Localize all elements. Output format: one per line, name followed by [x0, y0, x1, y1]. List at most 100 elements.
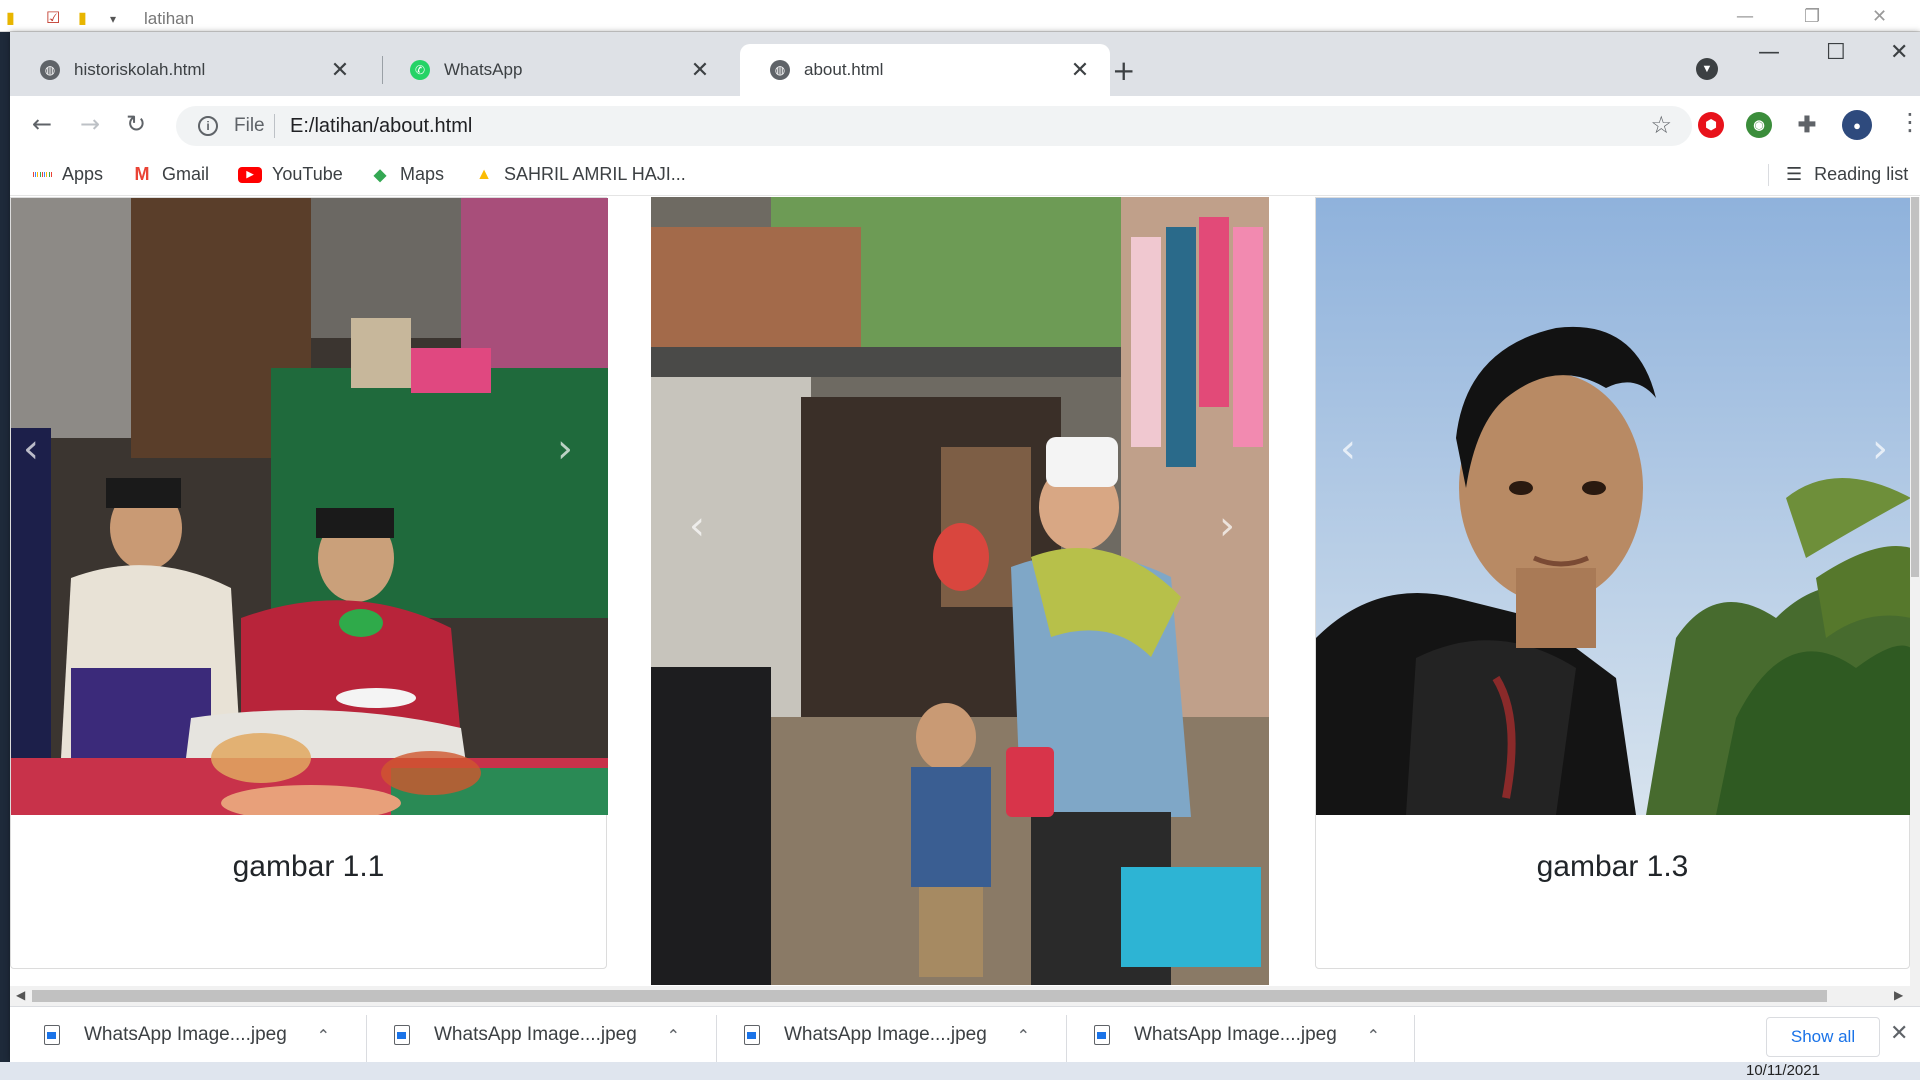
url-scheme-label: File	[234, 115, 265, 136]
reading-list-button[interactable]: ☰ Reading list	[1786, 164, 1908, 185]
bookmark-gmail[interactable]: M Gmail	[132, 164, 210, 185]
bookmark-label: Gmail	[162, 164, 210, 184]
chevron-up-icon[interactable]: ⌃	[1017, 1026, 1030, 1045]
download-filename: WhatsApp Image....jpeg	[434, 1024, 637, 1045]
bookmark-apps[interactable]: Apps	[32, 164, 103, 185]
card-caption: gambar 1.1	[232, 850, 385, 883]
youtube-icon: ▶	[238, 166, 262, 183]
whatsapp-icon: ✆	[410, 60, 430, 80]
download-item[interactable]: WhatsApp Image....jpeg ⌃	[1066, 1015, 1406, 1055]
carousel-next-icon[interactable]: ›	[557, 426, 573, 472]
maps-icon: ◆	[373, 166, 387, 184]
tab-search-icon[interactable]: ▼	[1696, 58, 1718, 80]
tab-strip: ◍ historiskolah.html ✕ ✆ WhatsApp ✕ ◍ ab…	[10, 32, 1920, 96]
extensions-puzzle-icon[interactable]: ✚	[1794, 112, 1820, 138]
apps-grid-icon	[32, 165, 52, 185]
tab-separator	[382, 56, 383, 84]
chevron-up-icon[interactable]: ⌃	[317, 1026, 330, 1045]
horizontal-scroll-thumb[interactable]	[32, 990, 1827, 1002]
chevron-up-icon[interactable]: ⌃	[667, 1026, 680, 1045]
tab-close-icon[interactable]: ✕	[1068, 58, 1092, 83]
carousel-next-icon[interactable]: ›	[1219, 503, 1235, 549]
explorer-title: latihan	[144, 9, 195, 28]
image-file-icon	[394, 1025, 410, 1045]
carousel-prev-icon[interactable]: ‹	[23, 426, 39, 472]
tab-title: historiskolah.html	[74, 60, 206, 79]
maximize-icon[interactable]: ☐	[1826, 40, 1846, 65]
new-folder-icon[interactable]: ▮	[78, 8, 87, 27]
photo-young-man-palms	[1316, 198, 1910, 815]
explorer-close-icon[interactable]: ✕	[1872, 6, 1887, 27]
explorer-minimize-icon[interactable]: —	[1736, 6, 1754, 27]
bookmark-star-icon[interactable]: ☆	[1650, 111, 1672, 140]
tab-whatsapp[interactable]: ✆ WhatsApp ✕	[398, 44, 730, 96]
card-photo-1	[11, 198, 608, 815]
menu-kebab-icon[interactable]: ⋮	[1898, 108, 1920, 136]
carousel-prev-icon[interactable]: ‹	[1340, 426, 1356, 472]
tab-title: about.html	[804, 60, 884, 79]
image-card-1: ‹ › gambar 1.1	[10, 197, 608, 969]
carousel-prev-icon[interactable]: ‹	[689, 503, 705, 549]
bookmark-label: SAHRIL AMRIL HAJI...	[504, 164, 686, 184]
address-bar[interactable]: i File E:/latihan/about.html ☆	[176, 106, 1692, 146]
scroll-right-arrow-icon[interactable]: ▶	[1894, 988, 1903, 1002]
new-tab-plus-icon[interactable]: +	[1112, 54, 1135, 87]
card-photo-3	[1316, 198, 1910, 815]
explorer-restore-icon[interactable]: ❐	[1804, 6, 1820, 27]
windows-taskbar: 10/11/2021	[0, 1062, 1920, 1080]
scroll-left-arrow-icon[interactable]: ◀	[16, 988, 25, 1002]
profile-avatar[interactable]: ●	[1842, 110, 1872, 140]
tab-about[interactable]: ◍ about.html ✕	[740, 44, 1110, 96]
close-download-shelf-icon[interactable]: ✕	[1890, 1021, 1908, 1046]
download-item[interactable]: WhatsApp Image....jpeg ⌃	[366, 1015, 706, 1055]
globe-icon: ◍	[770, 60, 790, 80]
explorer-titlebar: ▮ ☑ ▮ ▾ latihan — ❐ ✕	[0, 0, 1920, 32]
download-item[interactable]: WhatsApp Image....jpeg ⌃	[716, 1015, 1056, 1055]
close-window-icon[interactable]: ✕	[1890, 40, 1908, 65]
image-card-2: ‹ ›	[651, 197, 1269, 985]
taskbar-date: 10/11/2021	[1746, 1062, 1820, 1079]
download-filename: WhatsApp Image....jpeg	[784, 1024, 987, 1045]
card-photo-2	[651, 197, 1269, 985]
carousel-next-icon[interactable]: ›	[1872, 426, 1888, 472]
folder-icon: ▮	[6, 8, 15, 27]
image-file-icon	[44, 1025, 60, 1045]
vertical-scrollbar[interactable]	[1910, 197, 1920, 986]
adblock-extension-icon[interactable]: ⬢	[1698, 112, 1724, 138]
tab-close-icon[interactable]: ✕	[328, 58, 352, 83]
bookmark-maps[interactable]: ◆ Maps	[370, 164, 444, 185]
bookmark-youtube[interactable]: ▶ YouTube	[238, 164, 343, 185]
horizontal-scrollbar[interactable]: ◀ ▶	[10, 986, 1920, 1006]
chevron-up-icon[interactable]: ⌃	[1367, 1026, 1380, 1045]
bookmark-drive[interactable]: ▲ SAHRIL AMRIL HAJI...	[474, 164, 686, 185]
forward-arrow-icon[interactable]: →	[80, 110, 100, 138]
photo-man-giving-snack	[651, 197, 1269, 985]
reading-list-label: Reading list	[1814, 164, 1909, 184]
tab-close-icon[interactable]: ✕	[688, 58, 712, 83]
bookmark-label: Maps	[400, 164, 445, 184]
page-viewport: ‹ › gambar 1.1 ‹ › ‹ › gambar 1.3	[10, 197, 1910, 986]
drive-icon: ▲	[476, 165, 492, 183]
properties-icon[interactable]: ☑	[46, 8, 60, 27]
url-text[interactable]: E:/latihan/about.html	[290, 115, 472, 138]
show-all-button[interactable]: Show all	[1766, 1017, 1880, 1057]
globe-extension-icon[interactable]: ◉	[1746, 112, 1772, 138]
back-arrow-icon[interactable]: ←	[32, 110, 52, 138]
site-info-icon[interactable]: i	[198, 116, 218, 136]
quick-access-dropdown-icon[interactable]: ▾	[110, 12, 116, 26]
image-file-icon	[1094, 1025, 1110, 1045]
tab-title: WhatsApp	[444, 60, 523, 79]
browser-toolbar: ← → ↻ i File E:/latihan/about.html ☆ ⬢ ◉…	[10, 96, 1920, 154]
tab-historiskolah[interactable]: ◍ historiskolah.html ✕	[10, 44, 370, 96]
image-card-3: ‹ › gambar 1.3	[1315, 197, 1910, 969]
bookmark-label: YouTube	[272, 164, 343, 184]
bookmark-label: Apps	[62, 164, 104, 184]
vertical-scroll-thumb[interactable]	[1911, 197, 1919, 577]
download-filename: WhatsApp Image....jpeg	[84, 1024, 287, 1045]
minimize-icon[interactable]: —	[1758, 40, 1780, 65]
omnibox-separator	[274, 114, 275, 138]
gmail-icon: M	[134, 164, 150, 184]
reload-icon[interactable]: ↻	[126, 110, 146, 138]
download-item[interactable]: WhatsApp Image....jpeg ⌃	[16, 1015, 356, 1055]
image-file-icon	[744, 1025, 760, 1045]
